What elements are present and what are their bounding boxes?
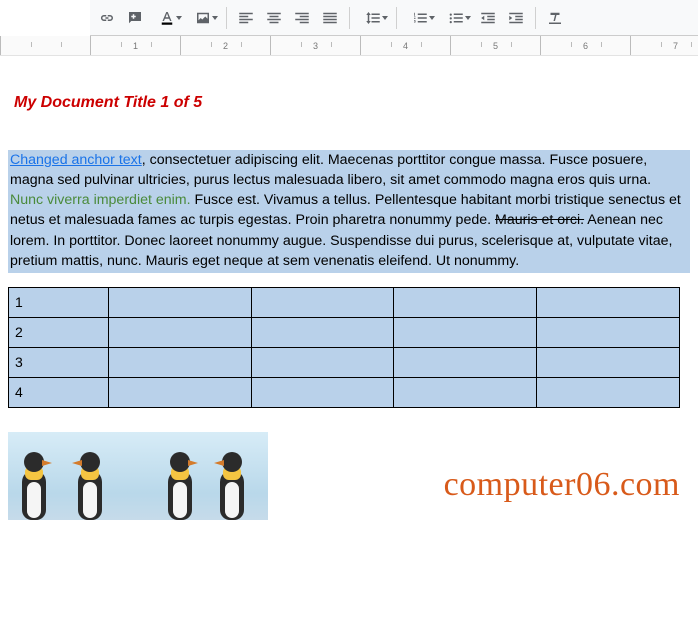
table-cell[interactable] <box>537 377 680 407</box>
ruler-unit <box>0 36 90 55</box>
table-cell[interactable] <box>537 287 680 317</box>
toolbar-separator <box>535 7 536 29</box>
table-cell[interactable]: 1 <box>9 287 109 317</box>
table-cell[interactable]: 2 <box>9 317 109 347</box>
hyperlink[interactable]: Changed anchor text <box>10 152 142 168</box>
table-cell[interactable]: 3 <box>9 347 109 377</box>
table-row[interactable]: 4 <box>9 377 680 407</box>
table-cell[interactable] <box>537 317 680 347</box>
document-page[interactable]: My Document Title 1 of 5 Changed anchor … <box>0 56 698 520</box>
text-color-button[interactable] <box>150 5 184 31</box>
toolbar-separator <box>226 7 227 29</box>
align-justify-button[interactable] <box>317 5 343 31</box>
watermark-text: computer06.com <box>444 466 680 504</box>
ruler-unit: 1 <box>90 36 180 55</box>
table-row[interactable]: 2 <box>9 317 680 347</box>
table-cell[interactable] <box>108 347 251 377</box>
table-cell[interactable] <box>394 347 537 377</box>
table-cell[interactable] <box>108 287 251 317</box>
insert-image-button[interactable] <box>186 5 220 31</box>
table-cell[interactable] <box>251 287 394 317</box>
add-comment-button[interactable] <box>122 5 148 31</box>
ruler-unit: 4 <box>360 36 450 55</box>
align-right-button[interactable] <box>289 5 315 31</box>
table-cell[interactable]: 4 <box>9 377 109 407</box>
align-center-button[interactable] <box>261 5 287 31</box>
numbered-list-button[interactable] <box>403 5 437 31</box>
table-cell[interactable] <box>251 377 394 407</box>
document-table[interactable]: 1 2 3 4 <box>8 287 680 408</box>
bulleted-list-button[interactable] <box>439 5 473 31</box>
penguin-icon <box>12 448 56 520</box>
table-cell[interactable] <box>394 287 537 317</box>
increase-indent-button[interactable] <box>503 5 529 31</box>
penguin-icon <box>210 448 254 520</box>
formatting-toolbar <box>90 0 698 36</box>
horizontal-ruler[interactable]: 1 2 3 4 5 6 7 <box>0 36 698 56</box>
ruler-unit: 5 <box>450 36 540 55</box>
table-row[interactable]: 1 <box>9 287 680 317</box>
line-spacing-button[interactable] <box>356 5 390 31</box>
body-paragraph[interactable]: Changed anchor text, consectetuer adipis… <box>8 150 690 273</box>
table-cell[interactable] <box>394 317 537 347</box>
table-cell[interactable] <box>108 377 251 407</box>
insert-link-button[interactable] <box>94 5 120 31</box>
ruler-unit: 7 <box>630 36 698 55</box>
ruler-unit: 3 <box>270 36 360 55</box>
embedded-image[interactable] <box>8 432 268 520</box>
table-cell[interactable] <box>251 317 394 347</box>
table-cell[interactable] <box>394 377 537 407</box>
strikethrough-text[interactable]: Mauris et orci. <box>495 212 584 228</box>
page-footer-area: computer06.com <box>8 432 690 520</box>
ruler-unit: 2 <box>180 36 270 55</box>
ruler-unit: 6 <box>540 36 630 55</box>
table-cell[interactable] <box>537 347 680 377</box>
table-row[interactable]: 3 <box>9 347 680 377</box>
decrease-indent-button[interactable] <box>475 5 501 31</box>
toolbar-separator <box>349 7 350 29</box>
table-cell[interactable] <box>251 347 394 377</box>
align-left-button[interactable] <box>233 5 259 31</box>
penguin-icon <box>68 448 112 520</box>
table-cell[interactable] <box>108 317 251 347</box>
clear-formatting-button[interactable] <box>542 5 568 31</box>
document-title[interactable]: My Document Title 1 of 5 <box>14 94 690 112</box>
penguin-icon <box>158 448 202 520</box>
colored-text[interactable]: Nunc viverra imperdiet enim. <box>10 192 191 208</box>
toolbar-separator <box>396 7 397 29</box>
